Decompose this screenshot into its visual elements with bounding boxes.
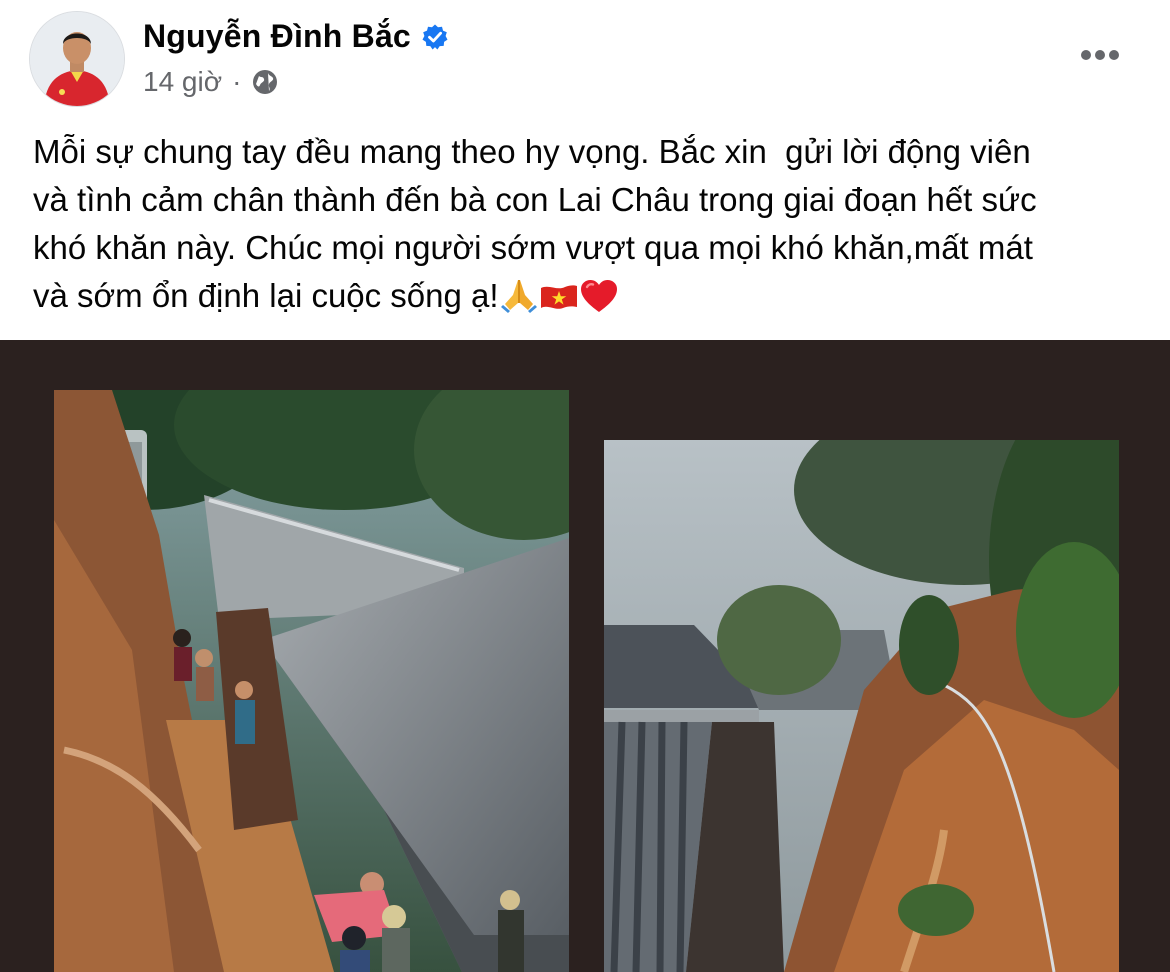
author-row: Nguyễn Đình Bắc <box>143 18 449 55</box>
avatar[interactable] <box>30 12 124 106</box>
post-meta: 14 giờ · <box>143 66 279 98</box>
landslide-photo-right[interactable] <box>604 440 1119 972</box>
folded-hands-icon <box>500 277 538 326</box>
avatar-photo <box>30 12 124 106</box>
vietnam-flag-icon <box>539 278 579 326</box>
verified-badge-icon <box>421 23 449 51</box>
post-text: Mỗi sự chung tay đều mang theo hy vọng. … <box>33 128 1143 326</box>
post-header: Nguyễn Đình Bắc 14 giờ · <box>0 0 1170 120</box>
landslide-photo-left[interactable] <box>54 390 569 972</box>
author-name[interactable]: Nguyễn Đình Bắc <box>143 18 411 55</box>
more-options-icon[interactable] <box>1078 40 1122 70</box>
post-media[interactable] <box>0 340 1170 972</box>
globe-icon[interactable] <box>251 68 279 96</box>
post-timestamp[interactable]: 14 giờ <box>143 66 222 98</box>
meta-separator: · <box>232 66 242 97</box>
red-heart-icon <box>580 278 618 326</box>
